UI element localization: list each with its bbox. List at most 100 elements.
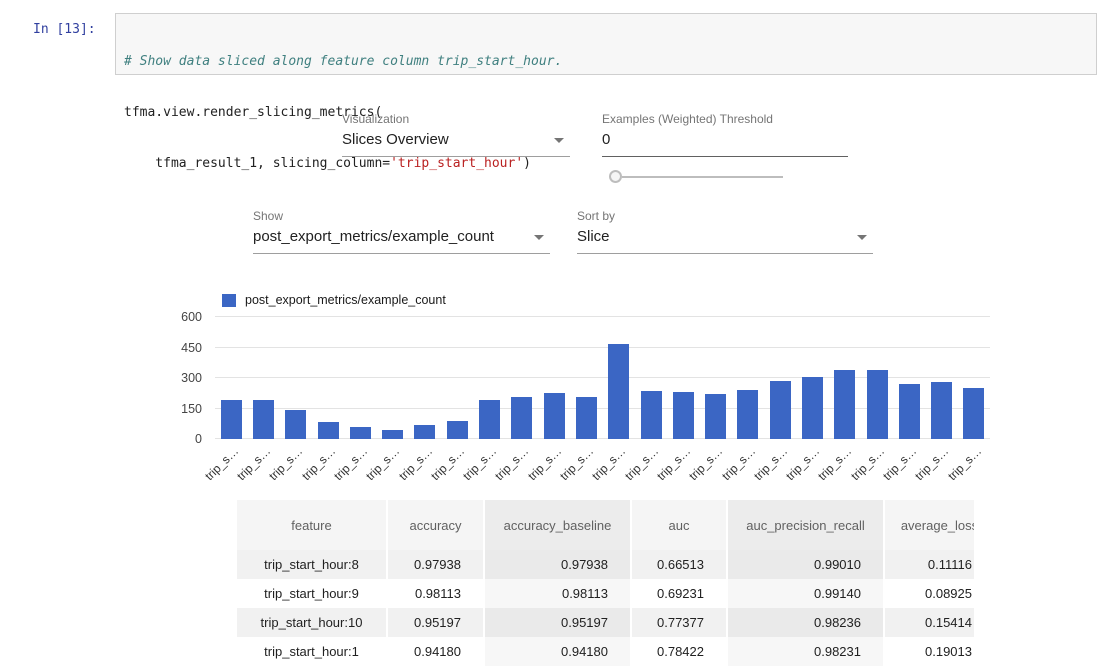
bar-slot <box>861 317 893 439</box>
metric-cell: 0.94180 <box>484 637 631 666</box>
bar[interactable] <box>867 370 888 439</box>
metric-cell: 0.95197 <box>387 608 484 637</box>
threshold-slider-thumb[interactable] <box>609 170 622 183</box>
show-metric-dropdown[interactable]: post_export_metrics/example_count <box>253 226 550 254</box>
bar-slot <box>473 317 505 439</box>
y-tick-label: 0 <box>195 432 202 446</box>
x-axis-labels: trip_s…trip_s…trip_s…trip_s…trip_s…trip_… <box>215 441 990 477</box>
x-slot: trip_s… <box>958 441 990 477</box>
column-header[interactable]: accuracy_baseline <box>484 500 631 550</box>
bar-slot <box>667 317 699 439</box>
bar[interactable] <box>576 397 597 439</box>
cell-prompt: In [13]: <box>33 21 96 38</box>
metric-cell: 0.15414 <box>884 608 974 637</box>
bar-slot <box>506 317 538 439</box>
bar-slot <box>441 317 473 439</box>
metric-cell: 0.98236 <box>727 608 884 637</box>
bar-slot <box>280 317 312 439</box>
sort-by-value: Slice <box>577 226 873 248</box>
bar[interactable] <box>770 381 791 439</box>
metric-cell: 0.66513 <box>631 550 727 579</box>
bar[interactable] <box>253 400 274 439</box>
bar[interactable] <box>544 393 565 439</box>
bar[interactable] <box>641 391 662 439</box>
bar[interactable] <box>511 397 532 439</box>
sort-by-dropdown[interactable]: Slice <box>577 226 873 254</box>
metric-cell: 0.99010 <box>727 550 884 579</box>
bar[interactable] <box>899 384 920 439</box>
chevron-down-icon <box>554 138 564 143</box>
bar-slot <box>312 317 344 439</box>
metric-cell: 0.98113 <box>387 579 484 608</box>
table-row: trip_start_hour:90.981130.981130.692310.… <box>237 579 974 608</box>
table-row: trip_start_hour:100.951970.951970.773770… <box>237 608 974 637</box>
bar[interactable] <box>931 382 952 439</box>
bar-slot <box>570 317 602 439</box>
y-tick-label: 600 <box>181 310 202 324</box>
metric-cell: 0.97938 <box>387 550 484 579</box>
column-header[interactable]: accuracy <box>387 500 484 550</box>
threshold-input[interactable]: 0 <box>602 129 848 157</box>
metric-cell: 0.78422 <box>631 637 727 666</box>
threshold-label: Examples (Weighted) Threshold <box>602 112 773 126</box>
bar[interactable] <box>414 425 435 439</box>
feature-cell: trip_start_hour:10 <box>237 608 387 637</box>
bar-slot <box>764 317 796 439</box>
bar[interactable] <box>737 390 758 439</box>
bar[interactable] <box>382 430 403 439</box>
metric-cell: 0.08925 <box>884 579 974 608</box>
bar-slot <box>344 317 376 439</box>
x-axis-label: trip_s… <box>202 444 241 483</box>
bar[interactable] <box>963 388 984 439</box>
bar[interactable] <box>834 370 855 439</box>
bar-slot <box>215 317 247 439</box>
table-row: trip_start_hour:10.941800.941800.784220.… <box>237 637 974 666</box>
bar-slot <box>893 317 925 439</box>
bar[interactable] <box>608 344 629 439</box>
column-header[interactable]: average_loss <box>884 500 974 550</box>
metric-cell: 0.69231 <box>631 579 727 608</box>
bar-chart <box>215 317 990 439</box>
bar-slot <box>796 317 828 439</box>
code-line-comment: # Show data sliced along feature column … <box>124 53 1088 70</box>
chevron-down-icon <box>857 235 867 240</box>
bar-slot <box>829 317 861 439</box>
bar-slot <box>376 317 408 439</box>
table-row: trip_start_hour:80.979380.979380.665130.… <box>237 550 974 579</box>
bar[interactable] <box>221 400 242 439</box>
y-axis-labels: 0150300450600 <box>158 317 206 439</box>
bar[interactable] <box>705 394 726 439</box>
bar[interactable] <box>447 421 468 439</box>
metric-cell: 0.99140 <box>727 579 884 608</box>
bar-slot <box>247 317 279 439</box>
y-tick-label: 450 <box>181 341 202 355</box>
bar-slot <box>958 317 990 439</box>
threshold-value: 0 <box>602 129 848 151</box>
code-cell[interactable]: # Show data sliced along feature column … <box>115 13 1097 75</box>
bar[interactable] <box>673 392 694 439</box>
metric-cell: 0.98113 <box>484 579 631 608</box>
bar-slot <box>409 317 441 439</box>
table-header-row: featureaccuracyaccuracy_baselineaucauc_p… <box>237 500 974 550</box>
bar-slot <box>635 317 667 439</box>
bar[interactable] <box>479 400 500 439</box>
feature-cell: trip_start_hour:8 <box>237 550 387 579</box>
column-header[interactable]: auc_precision_recall <box>727 500 884 550</box>
feature-cell: trip_start_hour:1 <box>237 637 387 666</box>
visualization-dropdown[interactable]: Slices Overview <box>342 129 570 157</box>
code-line-args: tfma_result_1, slicing_column='trip_star… <box>124 155 1088 172</box>
threshold-slider-track[interactable] <box>622 176 783 178</box>
sort-by-label: Sort by <box>577 209 615 223</box>
metric-cell: 0.94180 <box>387 637 484 666</box>
bar[interactable] <box>802 377 823 439</box>
column-header[interactable]: feature <box>237 500 387 550</box>
bar[interactable] <box>318 422 339 439</box>
legend-swatch <box>222 294 236 307</box>
visualization-value: Slices Overview <box>342 129 570 151</box>
bar-slot <box>538 317 570 439</box>
bar[interactable] <box>350 427 371 439</box>
metric-cell: 0.98231 <box>727 637 884 666</box>
metric-cell: 0.97938 <box>484 550 631 579</box>
bar[interactable] <box>285 410 306 439</box>
column-header[interactable]: auc <box>631 500 727 550</box>
